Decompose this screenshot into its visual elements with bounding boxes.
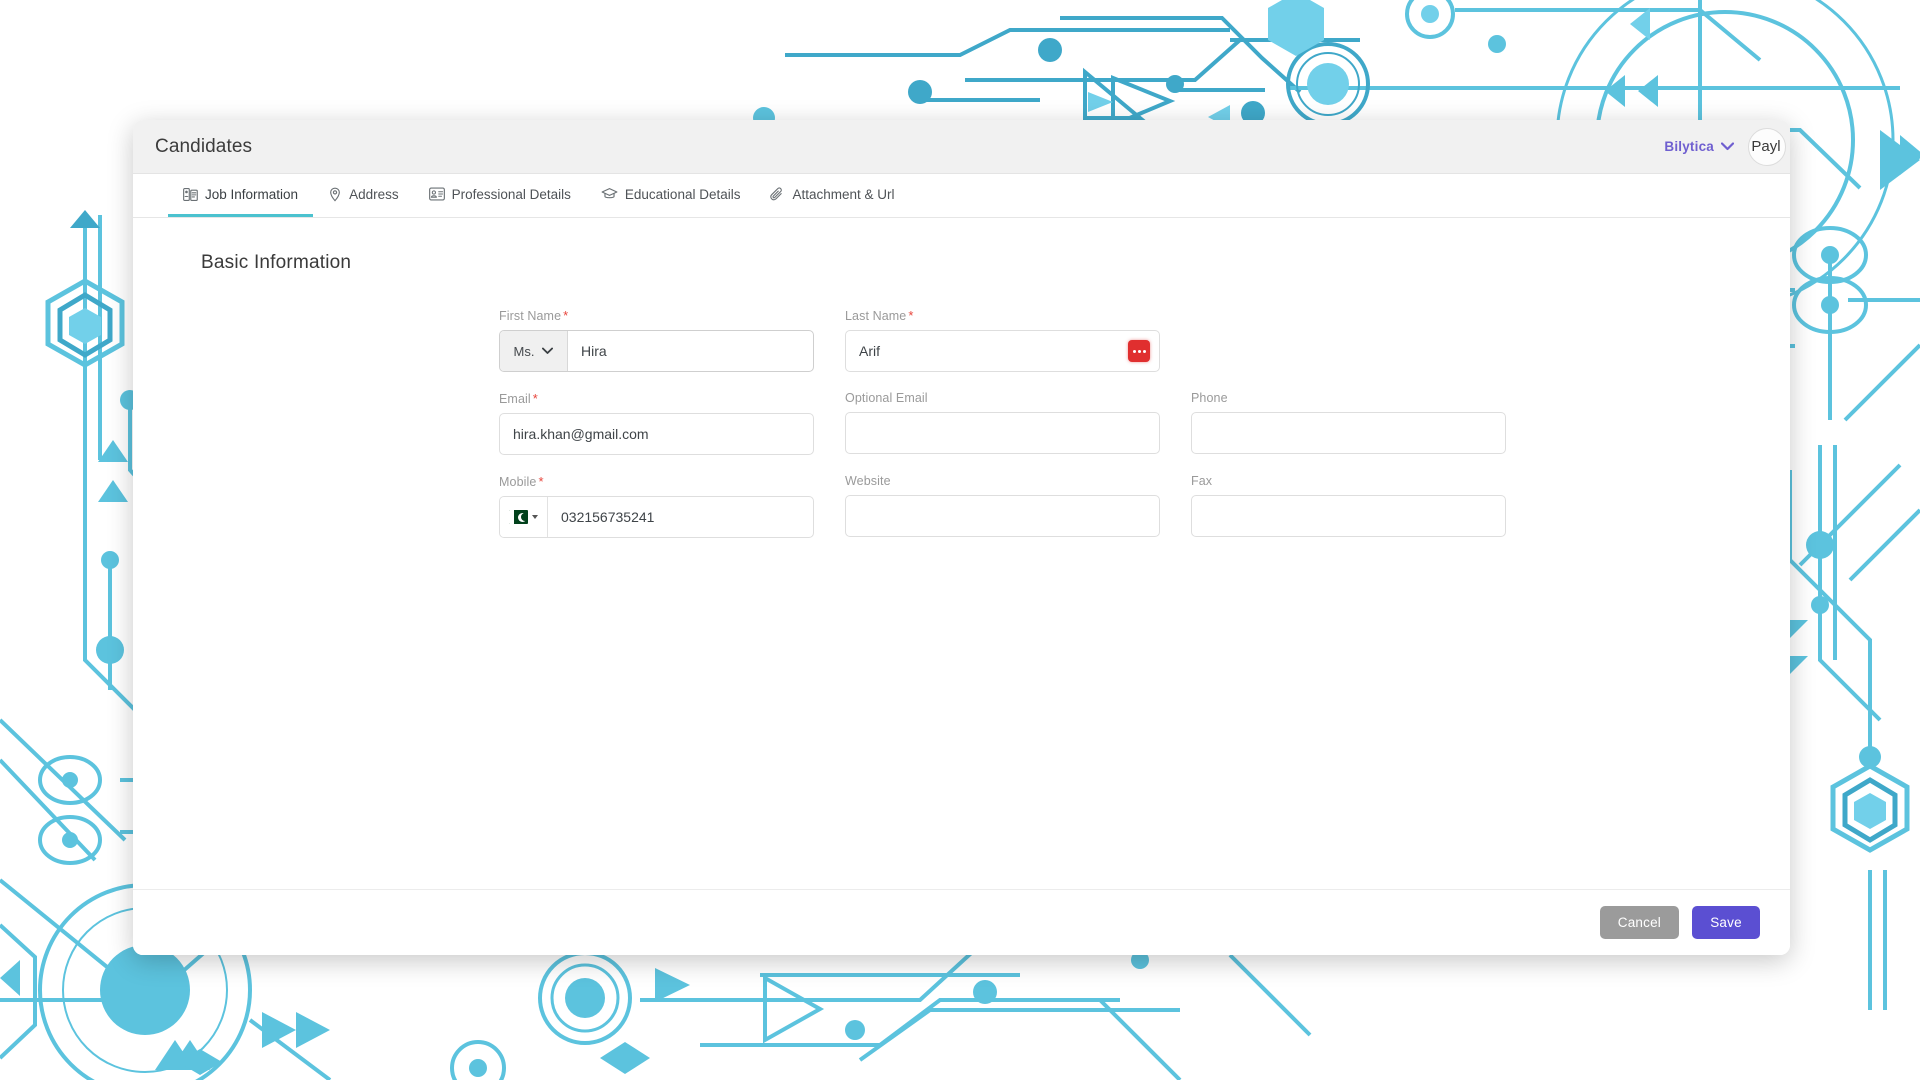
form-area: Basic Information First Name * Ms. Hira … xyxy=(133,218,1790,889)
field-optional-email: Optional Email xyxy=(845,391,1160,455)
panel-body: Job Information Address Professional Det… xyxy=(133,174,1790,955)
field-label: Fax xyxy=(1191,474,1506,488)
label-text: Last Name xyxy=(845,309,907,323)
field-label: First Name * xyxy=(499,308,814,323)
tab-job-information[interactable]: Job Information xyxy=(168,174,314,217)
email-input[interactable] xyxy=(500,414,813,454)
country-code-select[interactable] xyxy=(500,497,548,537)
chevron-down-icon xyxy=(532,515,538,519)
label-text: Optional Email xyxy=(845,391,928,405)
section-title: Basic Information xyxy=(201,252,352,273)
label-text: First Name xyxy=(499,309,562,323)
tab-label: Professional Details xyxy=(451,186,571,202)
form-row: Email* Optional Email Ph xyxy=(177,391,1746,455)
label-text: Fax xyxy=(1191,474,1213,488)
field-website: Website xyxy=(845,474,1160,538)
first-name-input[interactable] xyxy=(568,331,813,371)
candidates-modal-panel: Candidates Bilytica Payl Job Information… xyxy=(133,120,1790,955)
avatar[interactable]: Payl xyxy=(1748,127,1786,166)
label-text: Email xyxy=(499,392,531,406)
label-text: Phone xyxy=(1191,391,1228,405)
id-card-icon xyxy=(183,187,198,202)
tab-attachment-url[interactable]: Attachment & Url xyxy=(755,174,909,217)
tab-bar: Job Information Address Professional Det… xyxy=(133,174,1790,218)
required-marker: * xyxy=(532,391,538,406)
fax-input-group xyxy=(1191,495,1506,537)
optional-email-input[interactable] xyxy=(846,413,1159,453)
chevron-down-icon xyxy=(1721,142,1734,151)
map-pin-icon xyxy=(328,187,342,202)
panel-header: Candidates Bilytica Payl xyxy=(133,120,1790,174)
form-row: First Name* Ms. Last Name xyxy=(177,308,1746,372)
paperclip-icon xyxy=(770,186,785,202)
required-marker: * xyxy=(908,308,914,323)
field-label: Phone xyxy=(1191,391,1506,405)
field-label: Website xyxy=(845,474,1160,488)
first-name-input-group: Ms. xyxy=(499,330,814,372)
website-input[interactable] xyxy=(846,496,1159,536)
field-label: Email * xyxy=(499,391,814,406)
field-last-name: Last Name * xyxy=(845,308,1160,372)
optional-email-input-group xyxy=(845,412,1160,454)
save-button[interactable]: Save xyxy=(1692,906,1760,939)
title-select[interactable]: Ms. xyxy=(500,331,568,371)
chevron-down-icon xyxy=(542,347,554,354)
field-first-name: First Name * Ms. xyxy=(499,308,814,372)
field-label: Optional Email xyxy=(845,391,1160,405)
phone-input-group xyxy=(1191,412,1506,454)
tenant-name: Bilytica xyxy=(1664,139,1714,154)
lastpass-autofill-icon[interactable] xyxy=(1128,340,1150,362)
pakistan-flag-icon xyxy=(509,510,528,524)
tab-label: Educational Details xyxy=(624,186,741,202)
tab-address[interactable]: Address xyxy=(313,174,414,217)
last-name-input[interactable] xyxy=(846,331,1128,371)
mobile-input[interactable] xyxy=(548,497,813,537)
cancel-button[interactable]: Cancel xyxy=(1599,906,1679,939)
mobile-input-group xyxy=(499,496,814,538)
tab-label: Address xyxy=(349,186,399,202)
label-text: Website xyxy=(845,474,891,488)
title-select-value: Ms. xyxy=(513,343,535,359)
tab-label: Attachment & Url xyxy=(792,186,895,202)
page-title: Candidates xyxy=(155,135,253,157)
fax-input[interactable] xyxy=(1192,496,1505,536)
contact-card-icon xyxy=(428,187,445,201)
tab-label: Job Information xyxy=(205,186,299,202)
email-input-group xyxy=(499,413,814,455)
required-marker: * xyxy=(538,474,544,489)
header-right-group: Bilytica Payl xyxy=(1664,127,1786,166)
tab-educational-details[interactable]: Educational Details xyxy=(586,174,756,217)
label-text: Mobile xyxy=(499,475,537,489)
tab-professional-details[interactable]: Professional Details xyxy=(414,174,586,217)
avatar-label: Payl xyxy=(1751,138,1781,155)
tenant-switcher[interactable]: Bilytica xyxy=(1664,139,1734,154)
panel-footer: Cancel Save xyxy=(133,889,1790,955)
field-email: Email * xyxy=(499,391,814,455)
field-label: Mobile * xyxy=(499,474,814,489)
required-marker: * xyxy=(563,308,569,323)
last-name-input-group xyxy=(845,330,1160,372)
graduation-cap-icon xyxy=(601,187,618,201)
field-phone: Phone xyxy=(1191,391,1506,455)
phone-input[interactable] xyxy=(1192,413,1505,453)
field-mobile: Mobile * xyxy=(499,474,814,538)
form-row: Mobile* Website xyxy=(177,474,1746,538)
field-fax: Fax xyxy=(1191,474,1506,538)
field-label: Last Name * xyxy=(845,308,1160,323)
website-input-group xyxy=(845,495,1160,537)
